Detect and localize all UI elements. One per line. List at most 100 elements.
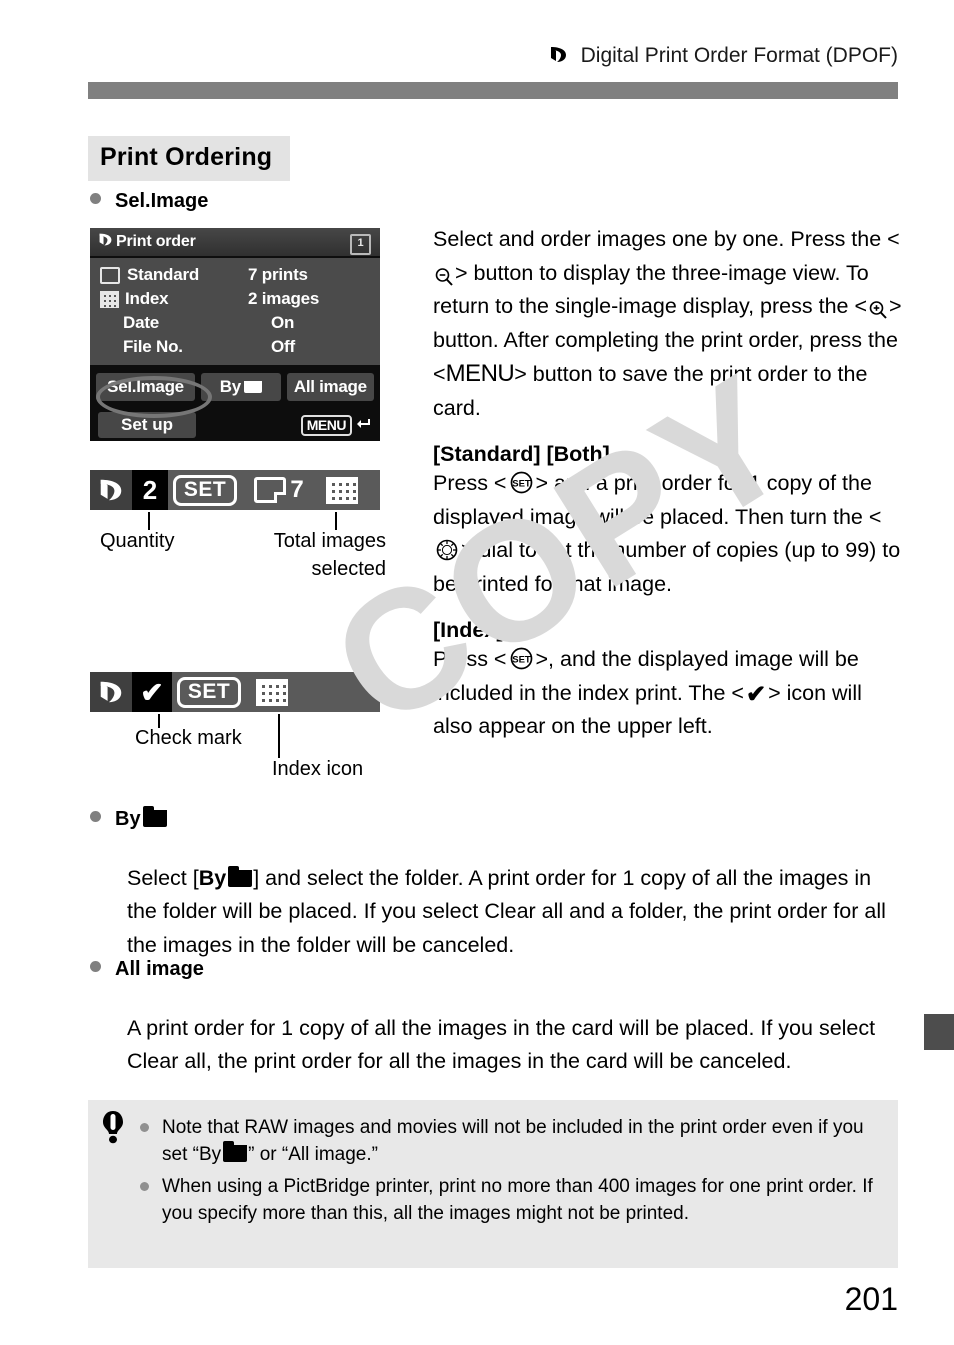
menu-button-label: MENU — [445, 360, 515, 387]
check-mark-icon: ✔ — [132, 672, 172, 712]
caution-note-text-2: When using a PictBridge printer, print n… — [162, 1176, 873, 1224]
set-chip-quantity: SET — [168, 470, 242, 510]
callout-total-images: Total images selected — [246, 527, 386, 583]
lcd-row-standard-value: 7 prints — [248, 265, 308, 284]
page-title: Print Ordering — [88, 136, 291, 181]
paragraph-standard-both-c: > dial to set the number of copies (up t… — [433, 538, 901, 596]
folder-icon — [243, 381, 262, 393]
set-button-icon: SET — [509, 470, 534, 495]
magnify-plus-icon — [868, 297, 888, 320]
paragraph-standard-both: Press < SET > and a print order for 1 copy… — [433, 467, 903, 601]
lcd-row-file-no-label: File No. — [123, 337, 183, 356]
lcd-titlebar: Print order 1 — [90, 228, 380, 258]
print-order-icon — [549, 45, 568, 70]
paragraph-standard-both-a: Press < — [433, 471, 507, 495]
lcd-row-index[interactable]: Index 2 images — [100, 287, 370, 311]
lcd-button-sel-image[interactable]: Sel.Image — [96, 373, 196, 401]
check-mark-icon: ✔ — [745, 680, 767, 708]
subsection-heading-by-folder: By — [90, 806, 168, 831]
folder-icon — [223, 1141, 248, 1162]
print-order-icon — [98, 232, 113, 252]
bullet-dot-icon — [140, 1114, 162, 1168]
callout-total-images-line1: Total images — [273, 530, 386, 552]
paragraph-by-folder-a: Select [ — [127, 865, 199, 890]
index-grid-icon — [316, 470, 368, 510]
standard-print-icon — [100, 266, 120, 284]
lcd-button-set-up[interactable]: Set up — [98, 412, 196, 438]
right-text-column: Select and order images one by one. Pres… — [433, 223, 903, 744]
leader-line-index-icon — [278, 714, 280, 758]
caution-note-box: Note that RAW images and movies will not… — [88, 1100, 898, 1268]
bullet-dot-icon — [90, 961, 101, 972]
subsection-label-by-folder: By — [115, 808, 141, 830]
lcd-row-index-value: 2 images — [248, 289, 320, 308]
lcd-row-standard-label-group: Standard — [100, 265, 248, 285]
paragraph-by-folder: Select [By] and select the folder. A pri… — [127, 862, 902, 963]
lcd-footer-row: Set up MENU — [90, 409, 380, 441]
lcd-row-date[interactable]: Date On — [100, 311, 370, 335]
lcd-folder-badge: 1 — [350, 234, 371, 255]
callout-quantity: Quantity — [100, 530, 175, 552]
paragraph-intro: Select and order images one by one. Pres… — [433, 223, 903, 425]
paragraph-index-a: Press < — [433, 647, 507, 671]
page-number: 201 — [844, 1281, 898, 1317]
quantity-value: 2 — [132, 470, 168, 510]
lcd-row-standard[interactable]: Standard 7 prints — [100, 263, 370, 287]
running-header: Digital Print Order Format (DPOF) — [0, 44, 954, 84]
print-order-icon — [90, 672, 132, 712]
total-images-value: 7 — [290, 476, 304, 503]
index-grid-icon-glyph — [256, 678, 288, 706]
bullet-dot-icon — [140, 1173, 162, 1227]
bullet-dot-icon — [90, 193, 101, 204]
total-images-group: 7 — [242, 470, 316, 510]
subsection-heading-all-image: All image — [90, 958, 204, 981]
lcd-button-row: Sel.Image By All image — [90, 365, 380, 409]
paragraph-intro-b: > button to display the three-image view… — [433, 260, 869, 319]
camera-lcd-print-order-screen: Print order 1 Standard 7 prints Index 2 … — [90, 228, 380, 441]
index-grid-icon — [246, 672, 298, 712]
list-item: When using a PictBridge printer, print n… — [140, 1173, 885, 1227]
standard-print-icon — [254, 477, 287, 503]
lcd-menu-chip: MENU — [300, 414, 352, 436]
set-chip-label: SET — [172, 474, 238, 506]
print-order-icon — [90, 470, 132, 510]
callout-check-mark: Check mark — [135, 727, 242, 749]
lcd-row-index-label-group: Index — [100, 289, 248, 309]
subsection-label-all-image: All image — [115, 958, 204, 980]
callout-total-images-line2: selected — [311, 558, 387, 580]
lcd-row-date-label: Date — [123, 313, 160, 332]
paragraph-index: Press < SET >, and the displayed image wil… — [433, 643, 903, 744]
subsection-label-sel-image: Sel.Image — [115, 190, 209, 212]
lcd-settings-list: Standard 7 prints Index 2 images Date On… — [90, 258, 380, 365]
running-header-title: Digital Print Order Format (DPOF) — [580, 44, 898, 67]
list-item: Note that RAW images and movies will not… — [140, 1114, 885, 1168]
lcd-row-file-no[interactable]: File No. Off — [100, 335, 370, 359]
return-arrow-icon — [356, 417, 372, 434]
header-rule — [88, 82, 898, 99]
heading-index: [Index] — [433, 618, 504, 642]
set-button-icon: SET — [509, 646, 534, 671]
lcd-row-index-label: Index — [125, 289, 169, 308]
index-grid-icon — [100, 290, 119, 308]
set-chip-label: SET — [176, 676, 242, 708]
lcd-row-date-value: On — [271, 313, 295, 332]
warning-exclamation-icon — [100, 1110, 126, 1144]
subsection-heading-sel-image: Sel.Image — [90, 190, 208, 213]
lcd-button-all-image[interactable]: All image — [286, 373, 374, 401]
lcd-menu-return[interactable]: MENU — [300, 414, 372, 436]
callout-index-icon: Index icon — [272, 758, 364, 780]
paragraph-all-image: A print order for 1 copy of all the imag… — [127, 1015, 876, 1074]
set-chip-index: SET — [172, 672, 246, 712]
lcd-button-by-folder[interactable]: By — [201, 373, 281, 401]
quick-control-dial-icon — [435, 538, 459, 562]
svg-text:SET: SET — [512, 479, 531, 490]
chapter-thumb-tab — [924, 1014, 954, 1050]
lcd-row-file-no-value: Off — [271, 337, 295, 356]
lcd-title-text: Print order — [116, 233, 196, 250]
magnify-minus-icon — [434, 264, 454, 286]
folder-icon — [142, 806, 167, 827]
index-grid-icon-glyph — [326, 476, 358, 504]
bullet-dot-icon — [90, 811, 101, 822]
caution-note-text-1b: ” or “All image.” — [248, 1144, 378, 1165]
